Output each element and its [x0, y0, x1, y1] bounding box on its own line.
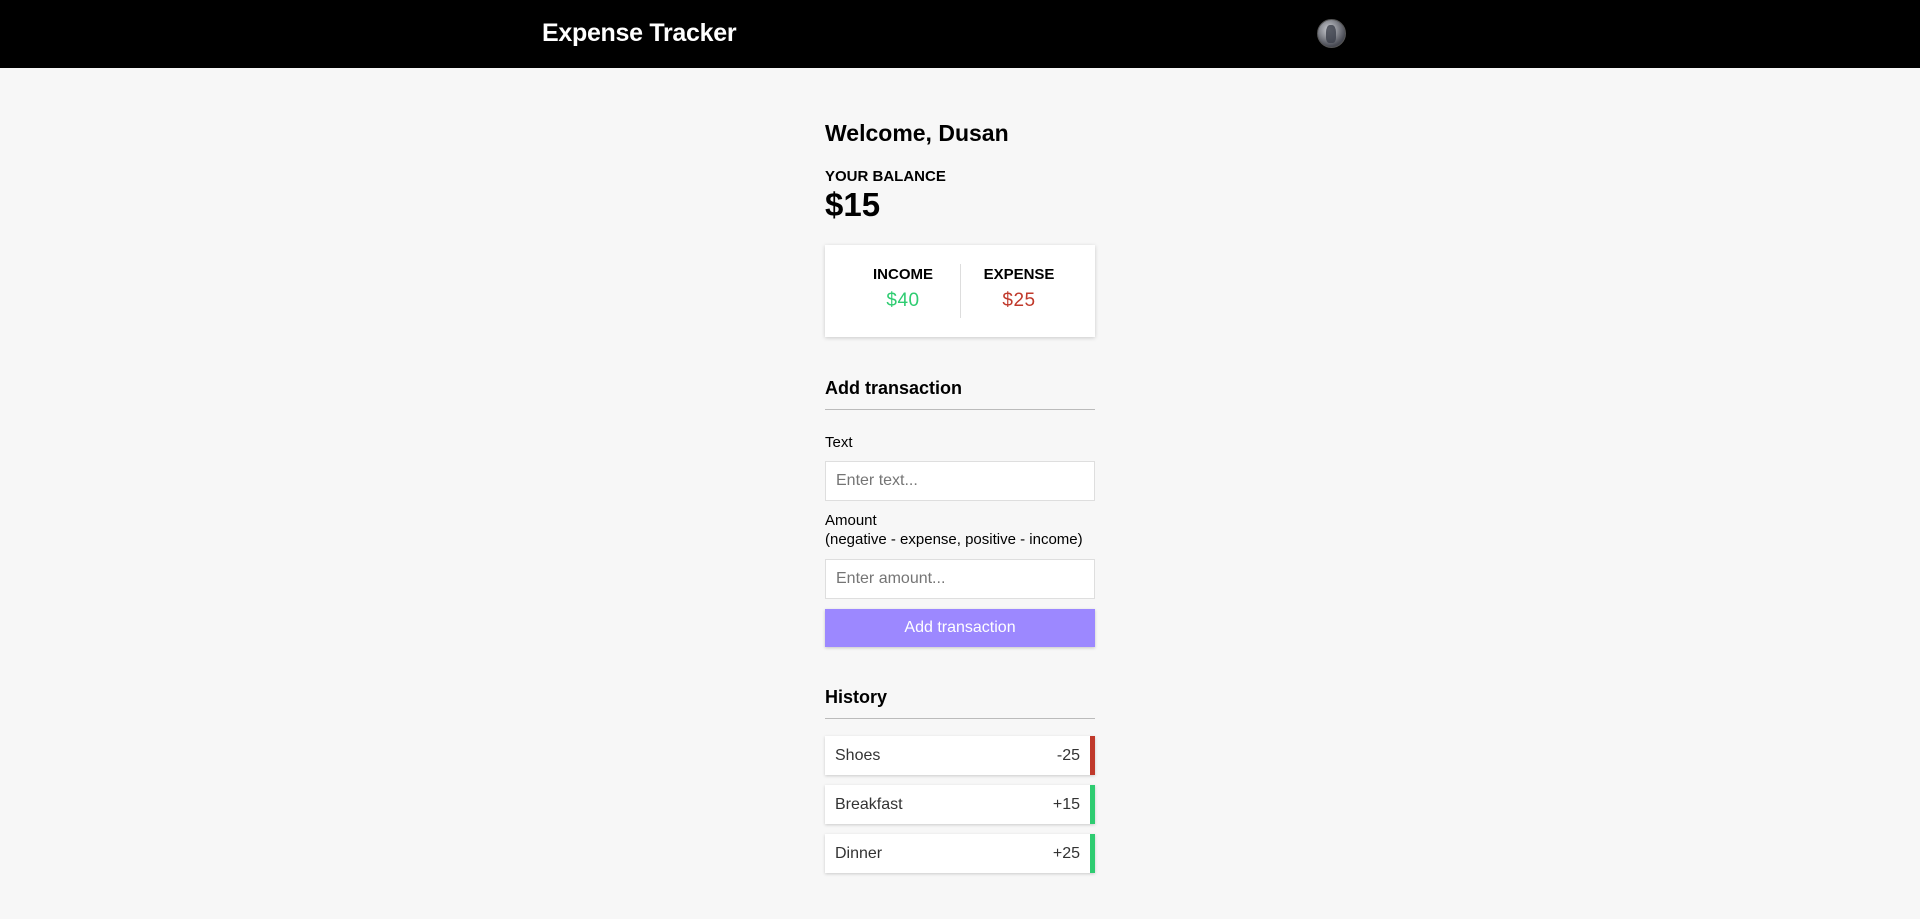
history-list: Shoes -25 Breakfast +15 Dinner +25	[825, 736, 1095, 883]
add-transaction-button[interactable]: Add transaction	[825, 609, 1095, 647]
expense-column: EXPENSE $25	[964, 266, 1074, 312]
user-avatar-icon[interactable]	[1317, 19, 1346, 48]
amount-field-hint: (negative - expense, positive - income)	[825, 531, 1083, 548]
add-transaction-heading: Add transaction	[825, 378, 1095, 410]
history-item-text: Breakfast	[835, 796, 903, 813]
balance-label: YOUR BALANCE	[825, 168, 946, 185]
balance-value: $15	[825, 186, 881, 223]
amount-field-label: Amount	[825, 512, 877, 529]
app-title: Expense Tracker	[542, 19, 737, 47]
income-column: INCOME $40	[848, 266, 958, 312]
history-item-amount: +25	[1052, 845, 1080, 862]
history-item-amount: -25	[1056, 747, 1080, 764]
text-field-label: Text	[825, 434, 853, 451]
expense-value: $25	[1002, 290, 1036, 311]
history-heading: History	[825, 687, 1095, 719]
card-divider	[960, 264, 961, 318]
history-item-shoes[interactable]: Shoes -25	[825, 736, 1095, 775]
history-item-text: Dinner	[835, 845, 883, 862]
history-item-dinner[interactable]: Dinner +25	[825, 834, 1095, 873]
welcome-heading: Welcome, Dusan	[825, 120, 1009, 146]
top-navbar: Expense Tracker	[0, 0, 1920, 68]
amount-input[interactable]	[825, 559, 1095, 599]
income-expense-card: INCOME $40 EXPENSE $25	[825, 245, 1095, 337]
text-input[interactable]	[825, 461, 1095, 501]
income-value: $40	[886, 290, 920, 311]
history-item-text: Shoes	[835, 747, 881, 764]
history-item-breakfast[interactable]: Breakfast +15	[825, 785, 1095, 824]
history-item-amount: +15	[1052, 796, 1080, 813]
expense-label: EXPENSE	[983, 266, 1055, 283]
income-label: INCOME	[873, 266, 933, 283]
